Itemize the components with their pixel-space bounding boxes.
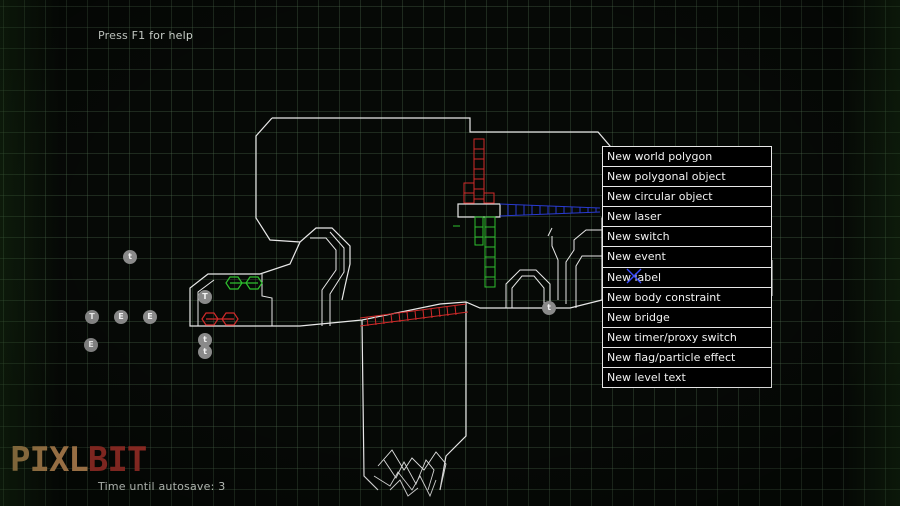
menu-item-new-event[interactable]: New event [602, 246, 772, 268]
shaft-outline [361, 302, 467, 491]
menu-item-new-circular-object[interactable]: New circular object [602, 186, 772, 208]
green-hex-objects[interactable] [225, 276, 263, 290]
trigger-marker[interactable]: T [85, 310, 99, 324]
menu-item-new-level-text[interactable]: New level text [602, 367, 772, 389]
logo-text-part: BIT [87, 440, 147, 480]
trigger-marker[interactable]: t [542, 301, 556, 315]
crosshair-cursor-icon [626, 268, 642, 284]
red-stack[interactable] [463, 138, 495, 204]
trigger-marker[interactable]: t [123, 250, 137, 264]
trigger-marker[interactable]: T [198, 290, 212, 304]
event-marker[interactable]: E [143, 310, 157, 324]
green-stack[interactable] [453, 216, 496, 288]
platform-rect[interactable] [457, 203, 501, 218]
event-marker[interactable]: E [84, 338, 98, 352]
menu-item-new-flag-particle-effect[interactable]: New flag/particle effect [602, 346, 772, 369]
help-hint: Press F1 for help [98, 29, 194, 42]
menu-item-new-body-constraint[interactable]: New body constraint [602, 286, 772, 308]
menu-item-new-laser[interactable]: New laser [602, 206, 772, 228]
red-bridge[interactable] [359, 303, 469, 327]
game-logo: PIXLBIT [10, 440, 147, 480]
logo-text-part: PIXL [10, 440, 89, 480]
menu-item-new-switch[interactable]: New switch [602, 226, 772, 248]
menu-item-new-timer-proxy-switch[interactable]: New timer/proxy switch [602, 326, 772, 348]
event-marker[interactable]: E [114, 310, 128, 324]
world-polygon-outline[interactable] [189, 117, 611, 327]
autosave-timer: Time until autosave: 3 [98, 480, 226, 493]
menu-item-new-polygonal-object[interactable]: New polygonal object [602, 166, 772, 188]
menu-item-new-bridge[interactable]: New bridge [602, 306, 772, 328]
groove-outline [310, 231, 345, 326]
blue-laser[interactable] [499, 203, 601, 217]
red-hex-objects[interactable] [201, 312, 239, 326]
debris-outline [373, 449, 447, 498]
level-editor-canvas[interactable]: t T T E E E t t t Press F1 for help Time… [0, 0, 900, 506]
trigger-marker[interactable]: t [198, 345, 212, 359]
menu-item-new-world-polygon[interactable]: New world polygon [602, 146, 772, 168]
